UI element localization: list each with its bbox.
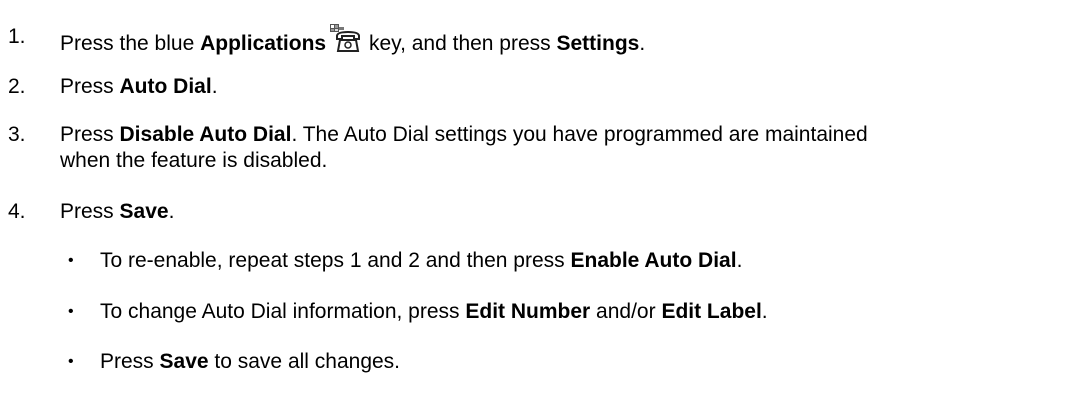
step-text-continuation: when the feature is disabled. xyxy=(60,149,328,172)
bullet-icon: • xyxy=(68,252,74,269)
step-text: Press Disable Auto Dial. The Auto Dial s… xyxy=(60,122,1085,174)
bullet-text: Press Save to save all changes. xyxy=(100,350,401,373)
save-label: Save xyxy=(119,200,169,223)
enable-auto-dial-label: Enable Auto Dial xyxy=(570,249,737,272)
edit-label-label: Edit Label xyxy=(661,300,762,323)
auto-dial-label: Auto Dial xyxy=(119,75,212,98)
settings-label: Settings xyxy=(556,32,640,55)
step-number: 4. xyxy=(8,200,26,223)
step-text: Press Auto Dial. xyxy=(60,75,218,98)
save-label: Save xyxy=(159,350,209,373)
step-number: 1. xyxy=(8,25,26,48)
step-text: Press Save. xyxy=(60,200,175,223)
instruction-document: 1. Press the blue Applications key, and … xyxy=(0,0,1090,395)
disable-auto-dial-label: Disable Auto Dial xyxy=(119,123,292,146)
bullet-icon: • xyxy=(68,353,74,370)
edit-number-label: Edit Number xyxy=(465,300,591,323)
step-text: Press the blue Applications key, and the… xyxy=(60,24,1085,57)
step-number: 2. xyxy=(8,75,26,98)
step-number: 3. xyxy=(8,123,26,146)
applications-phone-icon xyxy=(327,24,361,54)
bullet-text: To change Auto Dial information, press E… xyxy=(100,300,768,323)
applications-key-label: Applications xyxy=(200,32,327,55)
bullet-icon: • xyxy=(68,303,74,320)
bullet-text: To re-enable, repeat steps 1 and 2 and t… xyxy=(100,249,743,272)
